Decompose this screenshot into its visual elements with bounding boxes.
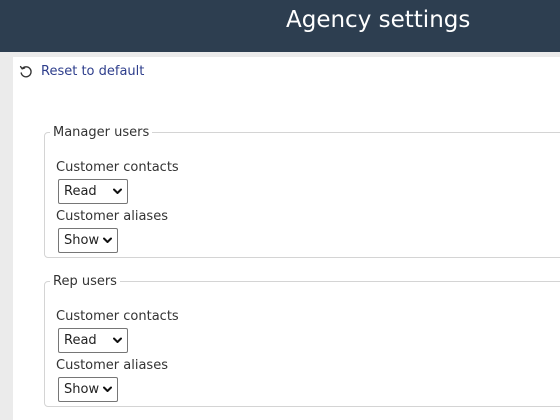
manager-customer-contacts-value: Read	[64, 184, 97, 199]
manager-customer-aliases-value: Show	[64, 233, 100, 248]
manager-customer-aliases-label: Customer aliases	[56, 209, 168, 224]
rep-customer-aliases-label: Customer aliases	[56, 358, 168, 373]
reset-to-default-link[interactable]: Reset to default	[19, 64, 144, 79]
manager-users-group: Manager users Customer contacts Read Cus…	[44, 125, 560, 258]
rep-customer-aliases-select[interactable]: Show	[58, 377, 118, 402]
settings-panel: Reset to default Manager users Customer …	[13, 57, 560, 420]
manager-users-legend: Manager users	[53, 125, 150, 140]
rep-customer-contacts-value: Read	[64, 333, 97, 348]
reset-to-default-label: Reset to default	[41, 64, 145, 79]
app-header: Agency settings	[0, 0, 560, 52]
manager-customer-contacts-select[interactable]: Read	[58, 179, 128, 204]
manager-customer-contacts-label: Customer contacts	[56, 160, 179, 175]
chevron-down-icon	[113, 337, 122, 343]
chevron-down-icon	[113, 188, 122, 194]
page-title: Agency settings	[286, 7, 471, 33]
rep-customer-contacts-select[interactable]: Read	[58, 328, 128, 353]
rep-users-legend: Rep users	[53, 274, 117, 289]
reset-icon	[19, 65, 32, 77]
rep-customer-contacts-label: Customer contacts	[56, 309, 179, 324]
chevron-down-icon	[103, 386, 112, 392]
chevron-down-icon	[103, 237, 112, 243]
manager-customer-aliases-select[interactable]: Show	[58, 228, 118, 253]
rep-customer-aliases-value: Show	[64, 382, 100, 397]
rep-users-group: Rep users Customer contacts Read Custome…	[44, 274, 560, 407]
